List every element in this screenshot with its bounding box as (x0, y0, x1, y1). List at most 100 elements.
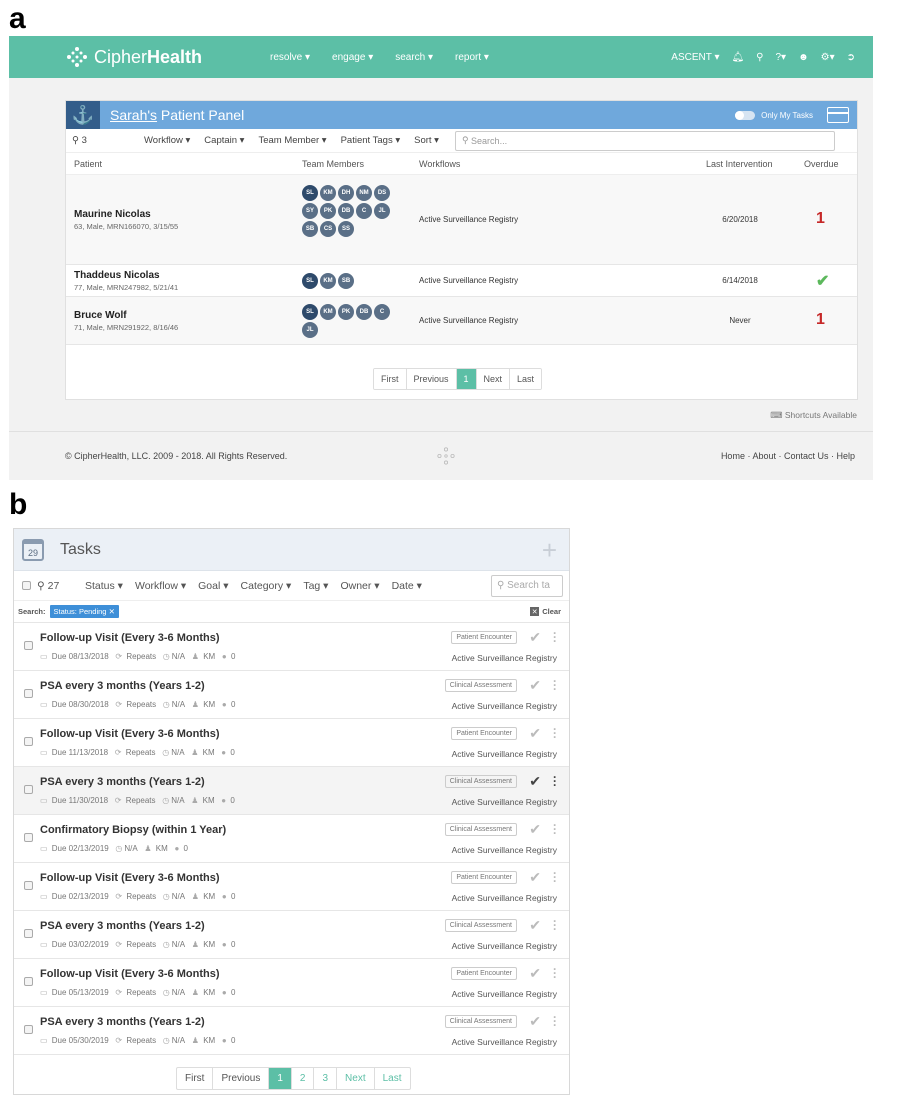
team-member-avatar[interactable]: C (374, 304, 390, 320)
complete-check-icon[interactable]: ✔ (529, 629, 541, 646)
category-tag[interactable]: Patient Encounter (451, 727, 517, 740)
filter-goal[interactable]: Goal ▾ (198, 580, 228, 592)
task-row[interactable]: PSA every 3 months (Years 1-2) ▭ Due 05/3… (14, 1007, 569, 1055)
filter-sort[interactable]: Sort ▾ (414, 135, 439, 146)
nav-engage[interactable]: engage ▾ (332, 52, 373, 63)
team-member-avatar[interactable]: C (356, 203, 372, 219)
team-member-avatar[interactable]: SS (338, 221, 354, 237)
team-member-avatar[interactable]: KM (320, 273, 336, 289)
cipherhealth-logo[interactable]: CipherHealth (66, 46, 266, 68)
patient-name[interactable]: Thaddeus Nicolas (74, 270, 178, 281)
workflow-name[interactable]: Active Surveillance Registry (419, 215, 518, 224)
team-member-avatar[interactable]: PK (320, 203, 336, 219)
task-checkbox[interactable] (24, 737, 33, 746)
page-link[interactable]: First (374, 369, 407, 389)
shortcuts-available[interactable]: ⌨ Shortcuts Available (770, 410, 857, 421)
team-member-avatar[interactable]: DB (338, 203, 354, 219)
category-tag[interactable]: Patient Encounter (451, 631, 517, 644)
task-search-input[interactable]: ⚲ Search ta (491, 574, 563, 597)
team-member-avatar[interactable]: DS (374, 185, 390, 201)
filter-captain[interactable]: Captain ▾ (204, 135, 244, 146)
user-icon[interactable]: ☻ (798, 52, 809, 63)
task-checkbox[interactable] (24, 641, 33, 650)
page-link[interactable]: Next (476, 369, 511, 389)
category-tag[interactable]: Patient Encounter (451, 871, 517, 884)
task-row[interactable]: Follow-up Visit (Every 3-6 Months) ▭ Due … (14, 863, 569, 911)
task-workflow[interactable]: Active Surveillance Registry (452, 893, 557, 903)
chip-close-icon[interactable]: ✕ (109, 607, 115, 616)
clear-button[interactable]: ✕ Clear (530, 607, 561, 616)
page-link[interactable]: Previous (213, 1068, 270, 1089)
complete-check-icon[interactable]: ✔ (529, 773, 541, 790)
toggle-switch[interactable] (735, 110, 756, 120)
complete-check-icon[interactable]: ✔ (529, 725, 541, 742)
task-checkbox[interactable] (24, 689, 33, 698)
patient-cell[interactable]: Maurine Nicolas 63, Male, MRN166070, 3/15… (74, 209, 178, 231)
complete-check-icon[interactable]: ✔ (529, 677, 541, 694)
task-workflow[interactable]: Active Surveillance Registry (452, 797, 557, 807)
nav-search[interactable]: search ▾ (395, 52, 433, 63)
page-link[interactable]: First (177, 1068, 214, 1089)
only-my-tasks-toggle[interactable]: Only My Tasks (735, 110, 813, 120)
team-member-avatar[interactable]: DB (356, 304, 372, 320)
more-options-icon[interactable]: · · · (553, 819, 557, 839)
workflow-name[interactable]: Active Surveillance Registry (419, 316, 518, 325)
team-member-avatar[interactable]: SL (302, 304, 318, 320)
col-overdue[interactable]: Overdue (804, 159, 839, 169)
nav-report[interactable]: report ▾ (455, 52, 489, 63)
col-last-intervention[interactable]: Last Intervention (706, 159, 773, 169)
complete-check-icon[interactable]: ✔ (529, 821, 541, 838)
panel-owner-link[interactable]: Sarah's (110, 107, 157, 123)
logout-icon[interactable]: ➲ (847, 52, 855, 63)
team-member-avatar[interactable]: KM (320, 185, 336, 201)
task-workflow[interactable]: Active Surveillance Registry (452, 701, 557, 711)
footer-links[interactable]: Home · About · Contact Us · Help (721, 451, 855, 461)
page-link[interactable]: Last (510, 369, 542, 389)
patient-search-input[interactable]: ⚲ Search... (454, 130, 835, 151)
task-title[interactable]: PSA every 3 months (Years 1-2) (40, 680, 205, 692)
gear-icon[interactable]: ⚙▾ (821, 52, 835, 63)
task-row[interactable]: Confirmatory Biopsy (within 1 Year) ▭ Due… (14, 815, 569, 863)
patient-cell[interactable]: Bruce Wolf 71, Male, MRN291922, 8/16/46 (74, 310, 178, 332)
task-row[interactable]: PSA every 3 months (Years 1-2) ▭ Due 11/3… (14, 767, 569, 815)
task-workflow[interactable]: Active Surveillance Registry (452, 845, 557, 855)
task-workflow[interactable]: Active Surveillance Registry (452, 749, 557, 759)
category-tag[interactable]: Clinical Assessment (444, 775, 517, 788)
task-title[interactable]: Follow-up Visit (Every 3-6 Months) (40, 872, 219, 884)
patient-cell[interactable]: Thaddeus Nicolas 77, Male, MRN247982, 5/2… (74, 270, 178, 292)
task-workflow[interactable]: Active Surveillance Registry (452, 989, 557, 999)
more-options-icon[interactable]: · · · (553, 1011, 557, 1031)
task-checkbox[interactable] (24, 785, 33, 794)
more-options-icon[interactable]: · · · (553, 963, 557, 983)
team-member-avatar[interactable]: SL (302, 273, 318, 289)
task-workflow[interactable]: Active Surveillance Registry (452, 941, 557, 951)
category-tag[interactable]: Clinical Assessment (444, 1015, 517, 1028)
page-link[interactable]: 2 (292, 1068, 315, 1089)
task-row[interactable]: PSA every 3 months (Years 1-2) ▭ Due 03/0… (14, 911, 569, 959)
filter-tag[interactable]: Tag ▾ (303, 580, 328, 592)
task-row[interactable]: Follow-up Visit (Every 3-6 Months) ▭ Due … (14, 719, 569, 767)
more-options-icon[interactable]: · · · (553, 723, 557, 743)
team-member-avatar[interactable]: NM (356, 185, 372, 201)
page-link[interactable]: Previous (406, 369, 457, 389)
patient-row[interactable]: Bruce Wolf 71, Male, MRN291922, 8/16/46 SL… (66, 297, 857, 345)
filter-status[interactable]: Status ▾ (85, 580, 123, 592)
category-tag[interactable]: Clinical Assessment (444, 823, 517, 836)
more-options-icon[interactable]: · · · (553, 915, 557, 935)
task-title[interactable]: Follow-up Visit (Every 3-6 Months) (40, 632, 219, 644)
col-patient[interactable]: Patient (74, 159, 102, 169)
filter-workflow[interactable]: Workflow ▾ (135, 580, 186, 592)
task-checkbox[interactable] (24, 1025, 33, 1034)
search-icon[interactable]: ⚲ (756, 52, 763, 63)
task-title[interactable]: Follow-up Visit (Every 3-6 Months) (40, 968, 219, 980)
team-member-avatar[interactable]: DH (338, 185, 354, 201)
more-options-icon[interactable]: · · · (553, 675, 557, 695)
bell-icon[interactable]: 🔔︎ (731, 52, 744, 63)
help-icon[interactable]: ?▾ (776, 52, 787, 63)
complete-check-icon[interactable]: ✔ (529, 1013, 541, 1030)
task-title[interactable]: Follow-up Visit (Every 3-6 Months) (40, 728, 219, 740)
task-checkbox[interactable] (24, 929, 33, 938)
more-options-icon[interactable]: · · · (553, 627, 557, 647)
status-filter-chip[interactable]: Status: Pending ✕ (49, 605, 119, 618)
team-member-avatar[interactable]: SL (302, 185, 318, 201)
